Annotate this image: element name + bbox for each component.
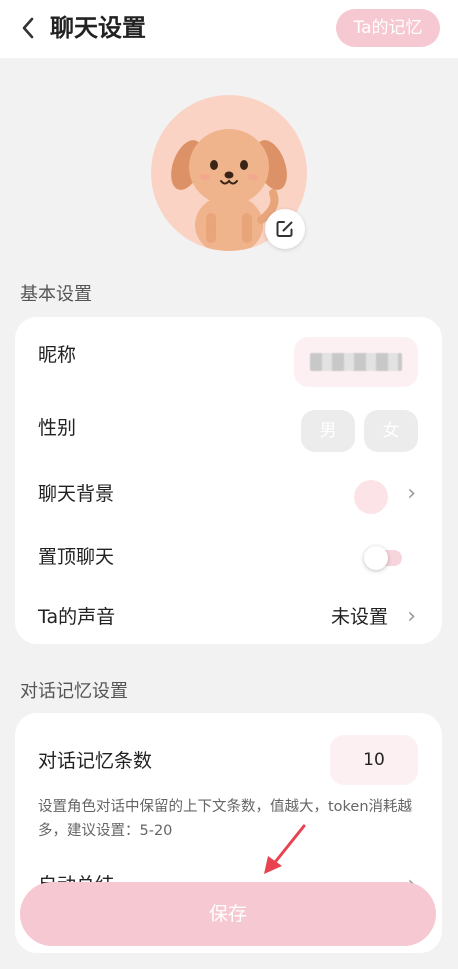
ta-memory-button[interactable]: Ta的记忆 (336, 9, 440, 47)
page-title: 聊天设置 (50, 14, 146, 42)
chevron-right-icon: › (407, 481, 416, 506)
red-arrow-icon (264, 824, 306, 874)
memory-count-hint: 设置角色对话中保留的上下文条数，值越大，token消耗越多，建议设置：5-20 (38, 799, 413, 839)
nickname-input[interactable] (294, 337, 418, 387)
pin-chat-toggle[interactable] (364, 546, 402, 570)
toggle-knob (364, 546, 388, 570)
header-bar: 聊天设置 Ta的记忆 (0, 0, 458, 58)
basic-settings-card: 昵称 性别 男 女 聊天背景 › 置顶聊天 Ta的声音 未设置 › (15, 317, 442, 644)
row-pin-chat: 置顶聊天 (15, 527, 442, 587)
ta-voice-value: 未设置 (330, 606, 388, 628)
nickname-label: 昵称 (38, 344, 77, 366)
gender-male-button[interactable]: 男 (301, 410, 355, 452)
section-title-memory: 对话记忆设置 (20, 681, 128, 702)
row-ta-voice[interactable]: Ta的声音 未设置 › (15, 587, 442, 647)
memory-count-label: 对话记忆条数 (38, 750, 153, 772)
nickname-value-blurred (310, 353, 402, 371)
back-button[interactable] (14, 12, 42, 44)
save-button[interactable]: 保存 (20, 882, 436, 946)
ta-voice-label: Ta的声音 (38, 606, 116, 628)
gender-female-button[interactable]: 女 (364, 410, 418, 452)
edit-avatar-button[interactable] (265, 209, 305, 249)
row-chat-background[interactable]: 聊天背景 › (15, 464, 442, 524)
memory-count-input[interactable]: 10 (330, 735, 418, 785)
edit-icon (276, 221, 293, 237)
pin-chat-label: 置顶聊天 (38, 546, 115, 568)
chevron-right-icon: › (407, 604, 416, 629)
background-preview (354, 480, 388, 514)
chat-background-label: 聊天背景 (38, 483, 115, 505)
section-title-basic: 基本设置 (20, 284, 92, 305)
avatar-section (151, 95, 307, 251)
row-gender: 性别 男 女 (15, 398, 442, 458)
row-nickname: 昵称 (15, 325, 442, 387)
chevron-left-icon (22, 17, 34, 39)
gender-label: 性别 (38, 417, 77, 439)
